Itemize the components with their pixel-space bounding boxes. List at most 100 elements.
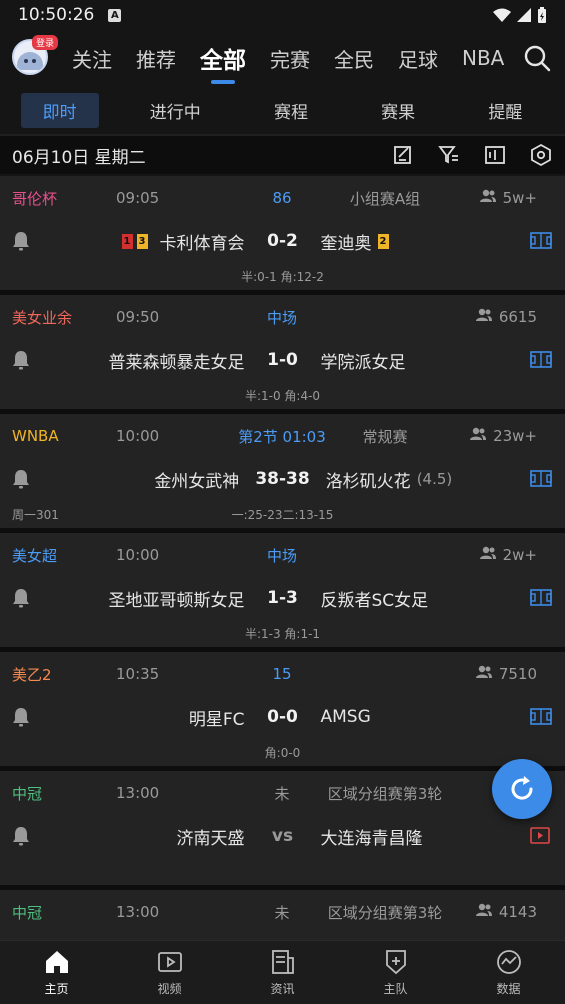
home-team-name: 卡利体育会	[159, 233, 245, 254]
sub-tab[interactable]: 赛果	[359, 93, 437, 128]
fans-count: 23w+	[469, 427, 537, 445]
fans-value: 4143	[498, 903, 537, 921]
away-team: 大连海青昌隆	[305, 824, 535, 849]
sub-tab[interactable]: 赛程	[252, 93, 330, 128]
bottom-nav-item[interactable]: 主页	[17, 948, 97, 997]
fans-icon	[469, 427, 487, 445]
search-icon[interactable]	[523, 44, 551, 72]
home-team-name: 普莱森顿暴走女足	[108, 352, 245, 373]
match-header: 中冠 13:00 未区域分组赛第3轮 4143	[0, 890, 565, 934]
nav-tabs: 关注 推荐 全部 完赛 全民 足球 NBA	[60, 41, 553, 75]
home-icon	[43, 948, 71, 976]
league-name[interactable]: 中冠	[12, 902, 116, 923]
league-name[interactable]: 中冠	[12, 783, 116, 804]
pitch-icon[interactable]	[530, 232, 552, 249]
half-time-stats: 半:1-0 角:4-0	[244, 389, 321, 403]
pitch-icon[interactable]	[530, 708, 552, 725]
nav-tab[interactable]: 全部	[200, 41, 246, 75]
live-video-icon[interactable]	[530, 827, 552, 844]
sub-tab[interactable]: 进行中	[128, 93, 223, 128]
home-team: 普莱森顿暴走女足	[31, 348, 261, 373]
match-header: 哥伦杯 09:05 86 小组赛A组 5w+	[0, 176, 565, 220]
match-card[interactable]: WNBA 10:00 第2节 01:03 常规赛 23w+ 金州女武神 38-38 洛杉矶火花…	[0, 414, 565, 533]
away-team: 洛杉矶火花 (4.5)	[310, 467, 540, 492]
match-footer: 角:0-0	[0, 738, 565, 766]
nav-tab[interactable]: 全民	[334, 44, 374, 73]
league-name[interactable]: 美女业余	[12, 307, 116, 328]
status-time: 10:50:26	[18, 5, 95, 25]
yellow-card-icon: 3	[136, 233, 148, 249]
match-score: 1-3	[267, 588, 298, 608]
notification-icon: A	[108, 8, 122, 22]
nav-tab[interactable]: NBA	[462, 46, 504, 70]
edit-icon[interactable]	[391, 143, 415, 167]
home-team-name: 济南天盛	[176, 828, 245, 849]
pitch-icon[interactable]	[530, 351, 552, 368]
filter-icon[interactable]	[437, 143, 461, 167]
nav-tab[interactable]: 关注	[72, 44, 112, 73]
match-card[interactable]: 中冠 13:00 未区域分组赛第3轮 4143	[0, 890, 565, 940]
league-name[interactable]: 美女超	[12, 545, 116, 566]
bottom-nav-item[interactable]: 主队	[356, 948, 436, 997]
nav-tab[interactable]: 完赛	[270, 44, 310, 73]
bottom-nav: 主页 视频 资讯 主队 数据	[0, 940, 565, 1004]
away-team: AMSG	[305, 707, 535, 727]
fans-icon	[479, 546, 497, 564]
avatar[interactable]: 登录	[12, 35, 59, 77]
away-team-name: 洛杉矶火花	[325, 471, 411, 492]
pitch-icon[interactable]	[530, 470, 552, 487]
fans-icon	[475, 308, 493, 326]
away-team-name: 学院派女足	[320, 352, 406, 373]
pitch-icon[interactable]	[530, 589, 552, 606]
sub-tab[interactable]: 即时	[20, 92, 99, 128]
login-badge[interactable]: 登录	[32, 35, 59, 50]
match-round: 小组赛A组	[349, 189, 421, 208]
fans-count: 5w+	[479, 189, 537, 207]
yellow-card-icon: 2	[377, 233, 389, 249]
match-footer: 半:1-3 角:1-1	[0, 619, 565, 647]
match-teams-row: 济南天盛 vs 大连海青昌隆	[0, 815, 565, 857]
match-card[interactable]: 中冠 13:00 未区域分组赛第3轮 济南天盛 vs 大连海青昌隆	[0, 771, 565, 890]
match-round: 区域分组赛第3轮	[327, 784, 443, 803]
settings-icon[interactable]	[529, 143, 553, 167]
match-footer: 半:1-0 角:4-0	[0, 381, 565, 409]
bottom-nav-item[interactable]: 资讯	[243, 948, 323, 997]
league-name[interactable]: 美乙2	[12, 664, 116, 685]
league-name[interactable]: WNBA	[12, 427, 116, 445]
refresh-button[interactable]	[492, 759, 552, 819]
nav-tab[interactable]: 足球	[398, 44, 438, 73]
home-team-name: 圣地亚哥顿斯女足	[108, 590, 245, 611]
date-bar: 06月10日 星期二	[0, 134, 565, 174]
nav-tab[interactable]: 推荐	[136, 44, 176, 73]
date-label: 06月10日 星期二	[12, 147, 146, 168]
match-card[interactable]: 美乙2 10:35 15 7510 明星FC 0-0 AMSG 角:0-0	[0, 652, 565, 771]
match-list: 哥伦杯 09:05 86 小组赛A组 5w+ 1 3 卡利体育会 0-2 奎迪奥 2 半:0-1 角:…	[0, 176, 565, 940]
bottom-nav-item[interactable]: 视频	[130, 948, 210, 997]
match-card[interactable]: 美女超 10:00 中场 2w+ 圣地亚哥顿斯女足 1-3 反叛者SC女足 半:1-3 角:1…	[0, 533, 565, 652]
match-footer: 周一301 一:25-23二:13-15	[0, 500, 565, 528]
match-teams-row: 明星FC 0-0 AMSG	[0, 696, 565, 738]
away-team-name: AMSG	[320, 707, 371, 727]
match-card[interactable]: 哥伦杯 09:05 86 小组赛A组 5w+ 1 3 卡利体育会 0-2 奎迪奥 2 半:0-1 角:…	[0, 176, 565, 295]
bottom-nav-label: 主页	[44, 982, 69, 996]
league-name[interactable]: 哥伦杯	[12, 188, 116, 209]
away-team: 反叛者SC女足	[305, 586, 535, 611]
match-score: 0-0	[267, 707, 298, 727]
home-team-name: 金州女武神	[154, 471, 240, 492]
away-team: 奎迪奥 2	[305, 229, 535, 254]
layout-icon[interactable]	[483, 143, 507, 167]
bottom-nav-label: 视频	[157, 982, 182, 996]
status-bar: 10:50:26 A	[0, 0, 565, 30]
fans-count: 4143	[475, 903, 537, 921]
match-status: 中场	[266, 308, 297, 327]
match-teams-row: 金州女武神 38-38 洛杉矶火花 (4.5)	[0, 458, 565, 500]
match-round: 区域分组赛第3轮	[327, 903, 443, 922]
teams: 金州女武神 38-38 洛杉矶火花 (4.5)	[0, 467, 565, 492]
match-round: 常规赛	[362, 427, 408, 446]
signal-icon	[517, 8, 531, 22]
sub-tab[interactable]: 提醒	[466, 93, 544, 128]
match-header: 中冠 13:00 未区域分组赛第3轮	[0, 771, 565, 815]
match-card[interactable]: 美女业余 09:50 中场 6615 普莱森顿暴走女足 1-0 学院派女足 半:1-0 角:4…	[0, 295, 565, 414]
bottom-nav-item[interactable]: 数据	[469, 948, 549, 997]
home-team: 圣地亚哥顿斯女足	[31, 586, 261, 611]
